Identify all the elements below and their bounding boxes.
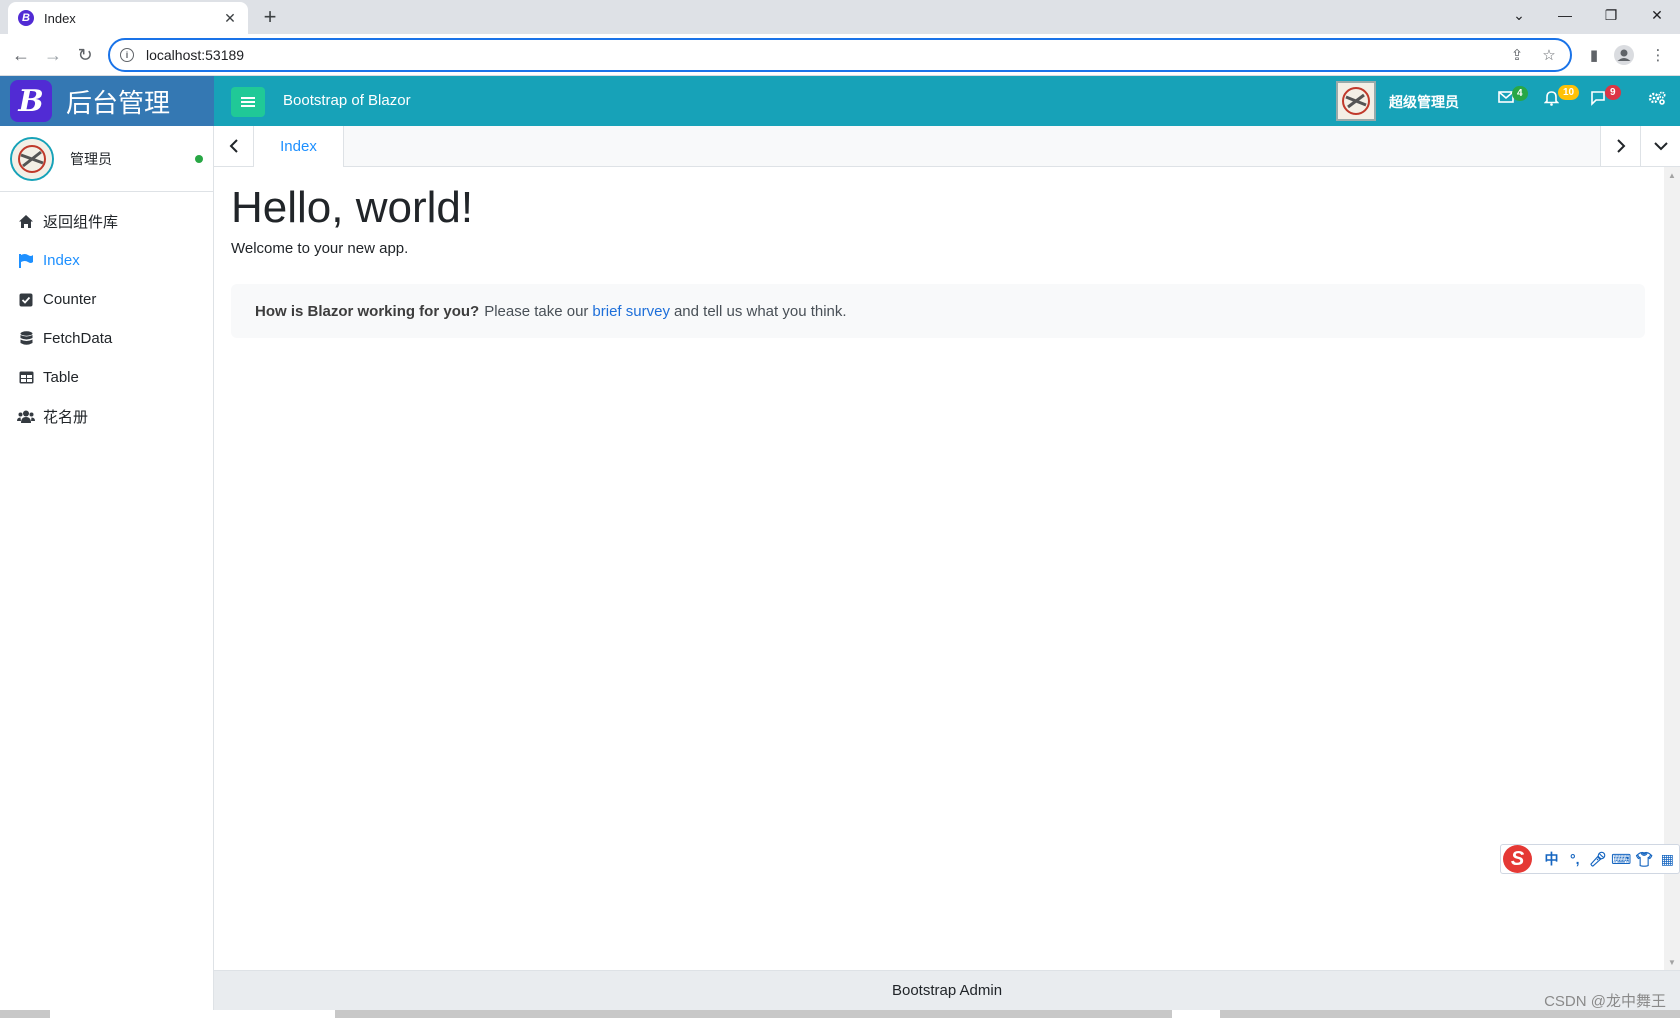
restore-button[interactable]: ❐ — [1588, 0, 1634, 30]
browser-menu-icon[interactable]: ⋮ — [1646, 44, 1670, 66]
ime-logo[interactable]: S — [1503, 845, 1532, 873]
share-icon[interactable]: ⇪ — [1506, 46, 1528, 64]
sidebar-item-label: 返回组件库 — [43, 214, 119, 231]
sidebar-item-index[interactable]: Index — [0, 241, 213, 280]
survey-prompt: How is Blazor working for you? Please ta… — [231, 284, 1645, 338]
sidebar-item-label: Counter — [43, 291, 97, 308]
tab-scroll-right-button[interactable] — [1600, 126, 1640, 166]
online-status-dot — [195, 155, 203, 163]
ime-toolbar[interactable]: S 中 °, 🎤︎ ⌨ 👕︎ ▦ — [1500, 844, 1680, 874]
brand-logo: B — [10, 80, 52, 122]
taskbar-segment — [50, 1010, 335, 1018]
page-tab-bar: Index — [214, 126, 1680, 167]
page-title: Hello, world! — [231, 183, 474, 232]
app-title: Bootstrap of Blazor — [283, 92, 411, 109]
site-info-icon[interactable]: i — [120, 48, 134, 62]
taskbar-segment — [1172, 1010, 1220, 1018]
ime-punctuation-icon[interactable]: °, — [1563, 851, 1586, 867]
bell-icon[interactable] — [1543, 90, 1560, 111]
home-icon — [17, 214, 35, 230]
sidebar-item-label: Index — [43, 252, 80, 269]
chevron-right-icon — [1616, 139, 1625, 153]
brand-title: 后台管理 — [66, 87, 171, 118]
tab-search-icon[interactable]: ⌄ — [1496, 0, 1542, 30]
sidebar-item-table[interactable]: Table — [0, 358, 213, 397]
survey-text-before: Please take our — [484, 302, 589, 320]
keyboard-icon[interactable]: ⌨ — [1609, 851, 1632, 868]
sidebar-user-name: 管理员 — [70, 150, 112, 167]
check-square-icon — [17, 292, 35, 308]
app-header: B 后台管理 Bootstrap of Blazor 超级管理员 4 10 9 — [0, 76, 1680, 126]
footer: Bootstrap Admin — [214, 970, 1680, 1010]
sidebar: 管理员 返回组件库 Index Counter FetchData Table … — [0, 126, 214, 1018]
notifications-badge: 10 — [1558, 85, 1580, 100]
minimize-button[interactable]: — — [1542, 0, 1588, 30]
brand[interactable]: B 后台管理 — [0, 76, 214, 126]
sidebar-item-components[interactable]: 返回组件库 — [0, 202, 213, 241]
ime-language-toggle[interactable]: 中 — [1540, 849, 1563, 869]
reload-button[interactable]: ↻ — [72, 42, 98, 68]
scroll-up-arrow-icon[interactable]: ▲ — [1664, 167, 1680, 183]
side-panel-icon[interactable]: ▮ — [1582, 44, 1606, 66]
settings-gears-icon[interactable] — [1648, 90, 1666, 111]
browser-toolbar: ← → ↻ i localhost:53189 ⇪ ☆ ▮ ⋮ — [0, 34, 1680, 76]
survey-link[interactable]: brief survey — [592, 303, 670, 320]
main-content: Hello, world! Welcome to your new app. H… — [214, 167, 1664, 970]
bookmark-star-icon[interactable]: ☆ — [1538, 46, 1560, 64]
sidebar-item-fetchdata[interactable]: FetchData — [0, 319, 213, 358]
skin-shirt-icon[interactable]: 👕︎ — [1633, 851, 1656, 868]
favicon-icon: B — [18, 10, 34, 26]
user-panel: 管理员 — [0, 126, 213, 192]
flag-message-icon[interactable] — [1590, 90, 1606, 111]
tab-index[interactable]: Index — [254, 126, 344, 167]
header-avatar[interactable] — [1336, 81, 1376, 121]
browser-tab-strip: B Index ✕ + ⌄ — ❐ ✕ — [0, 0, 1680, 34]
sidebar-item-label: Table — [43, 369, 79, 386]
sidebar-item-label: FetchData — [43, 330, 113, 347]
url-text[interactable]: localhost:53189 — [146, 47, 1496, 63]
tab-menu-dropdown-button[interactable] — [1640, 126, 1680, 166]
welcome-text: Welcome to your new app. — [231, 240, 409, 257]
scroll-down-arrow-icon[interactable]: ▼ — [1664, 954, 1680, 970]
sidebar-item-counter[interactable]: Counter — [0, 280, 213, 319]
browser-tab[interactable]: B Index ✕ — [8, 2, 248, 34]
apps-grid-icon[interactable]: ▦ — [1656, 851, 1679, 868]
profile-icon[interactable] — [1612, 44, 1636, 66]
header-user-name[interactable]: 超级管理员 — [1389, 92, 1459, 112]
sidebar-item-label: 花名册 — [43, 409, 89, 426]
tab-scroll-left-button[interactable] — [214, 126, 254, 166]
tasks-badge: 9 — [1605, 85, 1621, 100]
database-icon — [17, 331, 35, 347]
os-taskbar-strip — [0, 1010, 1680, 1018]
users-icon — [17, 409, 35, 425]
flag-icon — [17, 253, 35, 269]
messages-badge: 4 — [1512, 86, 1528, 101]
survey-question: How is Blazor working for you? — [255, 302, 480, 320]
sidebar-menu: 返回组件库 Index Counter FetchData Table 花名册 — [0, 192, 213, 436]
address-bar[interactable]: i localhost:53189 ⇪ ☆ — [108, 38, 1572, 72]
sidebar-item-roster[interactable]: 花名册 — [0, 397, 213, 436]
chevron-left-icon — [229, 139, 238, 153]
avatar[interactable] — [10, 136, 54, 181]
table-icon — [17, 370, 35, 386]
hamburger-icon — [241, 97, 255, 107]
browser-tab-title: Index — [44, 10, 76, 26]
back-button[interactable]: ← — [8, 42, 34, 68]
microphone-icon[interactable]: 🎤︎ — [1586, 851, 1609, 868]
sidebar-toggle-button[interactable] — [231, 87, 265, 117]
watermark: CSDN @龙中舞王 — [1544, 993, 1666, 1010]
chevron-down-icon — [1653, 142, 1668, 151]
forward-button[interactable]: → — [40, 42, 66, 68]
new-tab-button[interactable]: + — [258, 4, 282, 30]
close-tab-icon[interactable]: ✕ — [222, 10, 238, 27]
survey-text-after: and tell us what you think. — [673, 302, 847, 320]
close-window-button[interactable]: ✕ — [1634, 0, 1680, 30]
